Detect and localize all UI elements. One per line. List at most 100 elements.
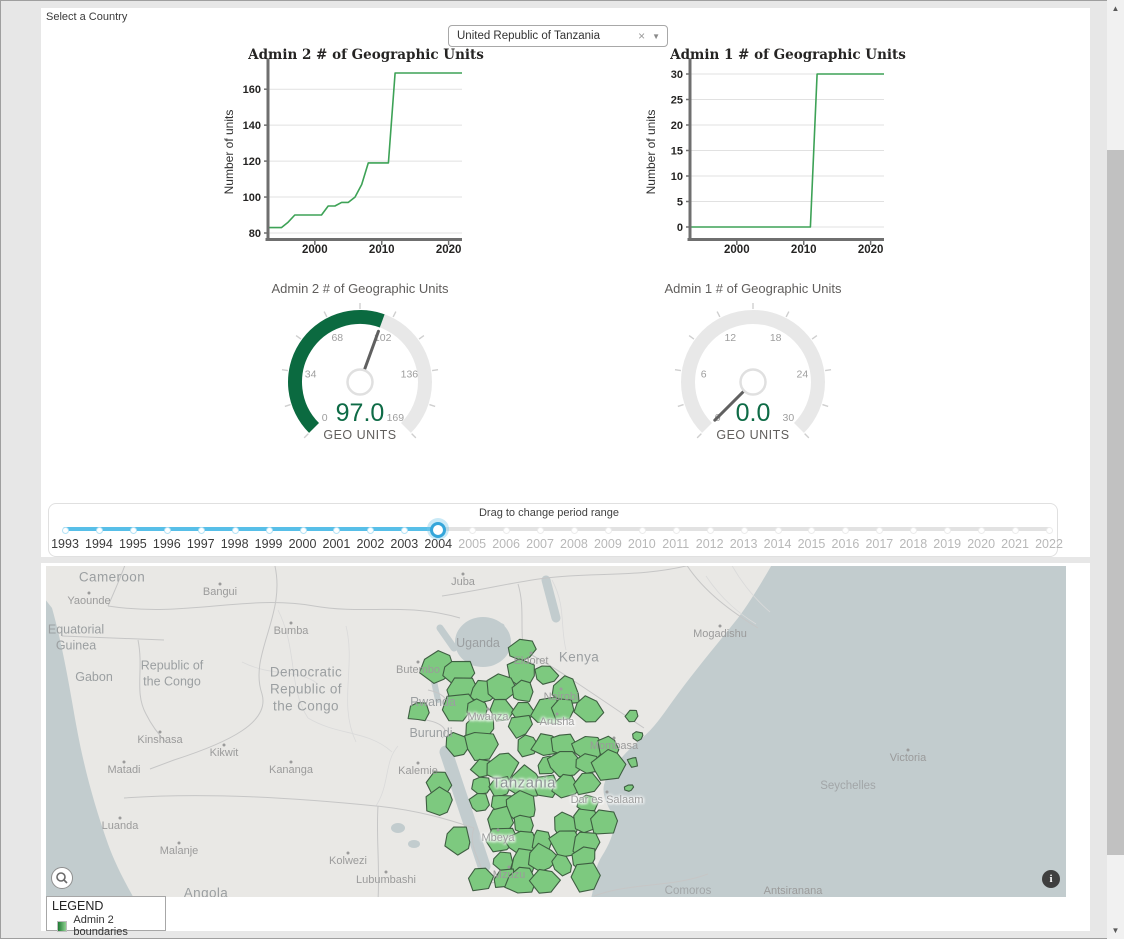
legend-swatch-admin2 (57, 921, 67, 932)
legend-item: Admin 2 boundaries (47, 913, 165, 938)
legend-title: LEGEND (47, 897, 165, 913)
map-info-button[interactable]: i (1042, 870, 1060, 888)
vertical-scrollbar[interactable]: ▲ ▼ (1107, 0, 1124, 939)
slider-tick-dot[interactable] (978, 527, 985, 534)
slider-tick-dot[interactable] (876, 527, 883, 534)
svg-text:169: 169 (387, 412, 405, 424)
slider-tick-dot[interactable] (707, 527, 714, 534)
slider-year-label: 1999 (255, 537, 283, 551)
slider-tick-dot[interactable] (503, 527, 510, 534)
country-dropdown[interactable]: United Republic of Tanzania × ▼ (448, 25, 668, 47)
svg-text:25: 25 (671, 95, 683, 107)
scroll-down-button[interactable]: ▼ (1107, 922, 1124, 939)
period-range-slider[interactable]: Drag to change period range 199319941995… (48, 503, 1058, 557)
slider-tick-dot[interactable] (232, 527, 239, 534)
slider-year-label: 1997 (187, 537, 215, 551)
slider-year-label: 2006 (492, 537, 520, 551)
slider-year-label: 2003 (390, 537, 418, 551)
slider-year-label: 2020 (967, 537, 995, 551)
slider-tick-dot[interactable] (842, 527, 849, 534)
city-dot (907, 749, 910, 752)
slider-tick-dot[interactable] (266, 527, 273, 534)
city-dot (385, 871, 388, 874)
svg-text:0: 0 (677, 222, 683, 234)
slider-tick-dot[interactable] (469, 527, 476, 534)
slider-tick-dot[interactable] (333, 527, 340, 534)
slider-tick-dot[interactable] (1012, 527, 1019, 534)
admin2-polygon (408, 703, 429, 721)
svg-text:20: 20 (671, 120, 683, 132)
city-dot (556, 713, 559, 716)
slider-year-label: 2007 (526, 537, 554, 551)
slider-year-label: 2017 (865, 537, 893, 551)
city-dot (417, 762, 420, 765)
slider-tick-dot[interactable] (96, 527, 103, 534)
svg-text:100: 100 (243, 192, 261, 204)
slider-tick-dot[interactable] (741, 527, 748, 534)
admin2-polygon (472, 777, 491, 794)
slider-track-active[interactable] (63, 527, 438, 531)
city-dot (719, 625, 722, 628)
city-dot (560, 688, 563, 691)
slider-tick-dot[interactable] (198, 527, 205, 534)
city-dot (417, 661, 420, 664)
svg-text:80: 80 (249, 228, 261, 240)
scroll-up-button[interactable]: ▲ (1107, 0, 1124, 17)
city-dot (123, 761, 126, 764)
svg-text:68: 68 (331, 332, 343, 344)
slider-tick-dot[interactable] (673, 527, 680, 534)
slider-tick-dot[interactable] (62, 527, 69, 534)
city-dot (613, 737, 616, 740)
slider-year-label: 2014 (764, 537, 792, 551)
slider-tick-dot[interactable] (164, 527, 171, 534)
gauge-admin1: 06121824300.0GEO UNITS (668, 290, 838, 460)
svg-text:5: 5 (677, 197, 683, 209)
city-dot (159, 731, 162, 734)
scrollbar-thumb[interactable] (1107, 150, 1124, 855)
svg-text:2010: 2010 (791, 244, 817, 256)
gauge-admin2: 0346810213616997.0GEO UNITS (275, 290, 445, 460)
svg-text:24: 24 (797, 369, 809, 381)
map[interactable]: CameroonYaoundeBanguiBumbaJubaEquatorial… (46, 566, 1066, 897)
slider-tick-dot[interactable] (944, 527, 951, 534)
svg-text:34: 34 (305, 369, 317, 381)
city-dot (497, 829, 500, 832)
slider-year-label: 2021 (1001, 537, 1029, 551)
slider-tick-dot[interactable] (537, 527, 544, 534)
gauge-units-label: GEO UNITS (323, 428, 396, 442)
slider-tick-dot[interactable] (130, 527, 137, 534)
slider-year-label: 2009 (594, 537, 622, 551)
chevron-down-icon[interactable]: ▼ (650, 32, 667, 41)
magnifier-icon (52, 868, 72, 888)
slider-tick-dot[interactable] (401, 527, 408, 534)
city-dot (223, 744, 226, 747)
slider-year-label: 2002 (356, 537, 384, 551)
slider-tick-dot[interactable] (1046, 527, 1053, 534)
slider-tick-dot[interactable] (367, 527, 374, 534)
svg-text:10: 10 (671, 171, 683, 183)
slider-tick-dot[interactable] (605, 527, 612, 534)
slider-year-label: 1998 (221, 537, 249, 551)
svg-text:140: 140 (243, 120, 261, 132)
slider-year-label: 2013 (730, 537, 758, 551)
svg-text:2000: 2000 (302, 244, 328, 256)
slider-tick-dot[interactable] (300, 527, 307, 534)
map-canvas[interactable] (46, 566, 1066, 897)
clear-selection-icon[interactable]: × (633, 29, 650, 43)
slider-tick-dot[interactable] (775, 527, 782, 534)
city-dot (219, 583, 222, 586)
svg-text:2010: 2010 (369, 244, 395, 256)
svg-text:160: 160 (243, 84, 261, 96)
svg-text:30: 30 (783, 412, 795, 424)
city-dot (178, 842, 181, 845)
slider-year-label: 2015 (798, 537, 826, 551)
slider-handle[interactable] (430, 522, 446, 538)
slider-tick-dot[interactable] (910, 527, 917, 534)
svg-text:136: 136 (401, 369, 419, 381)
city-dot (290, 622, 293, 625)
slider-tick-dot[interactable] (639, 527, 646, 534)
gauge-value: 97.0 (336, 399, 385, 427)
slider-tick-dot[interactable] (571, 527, 578, 534)
svg-text:12: 12 (724, 332, 736, 344)
map-locate-button[interactable] (51, 867, 73, 889)
